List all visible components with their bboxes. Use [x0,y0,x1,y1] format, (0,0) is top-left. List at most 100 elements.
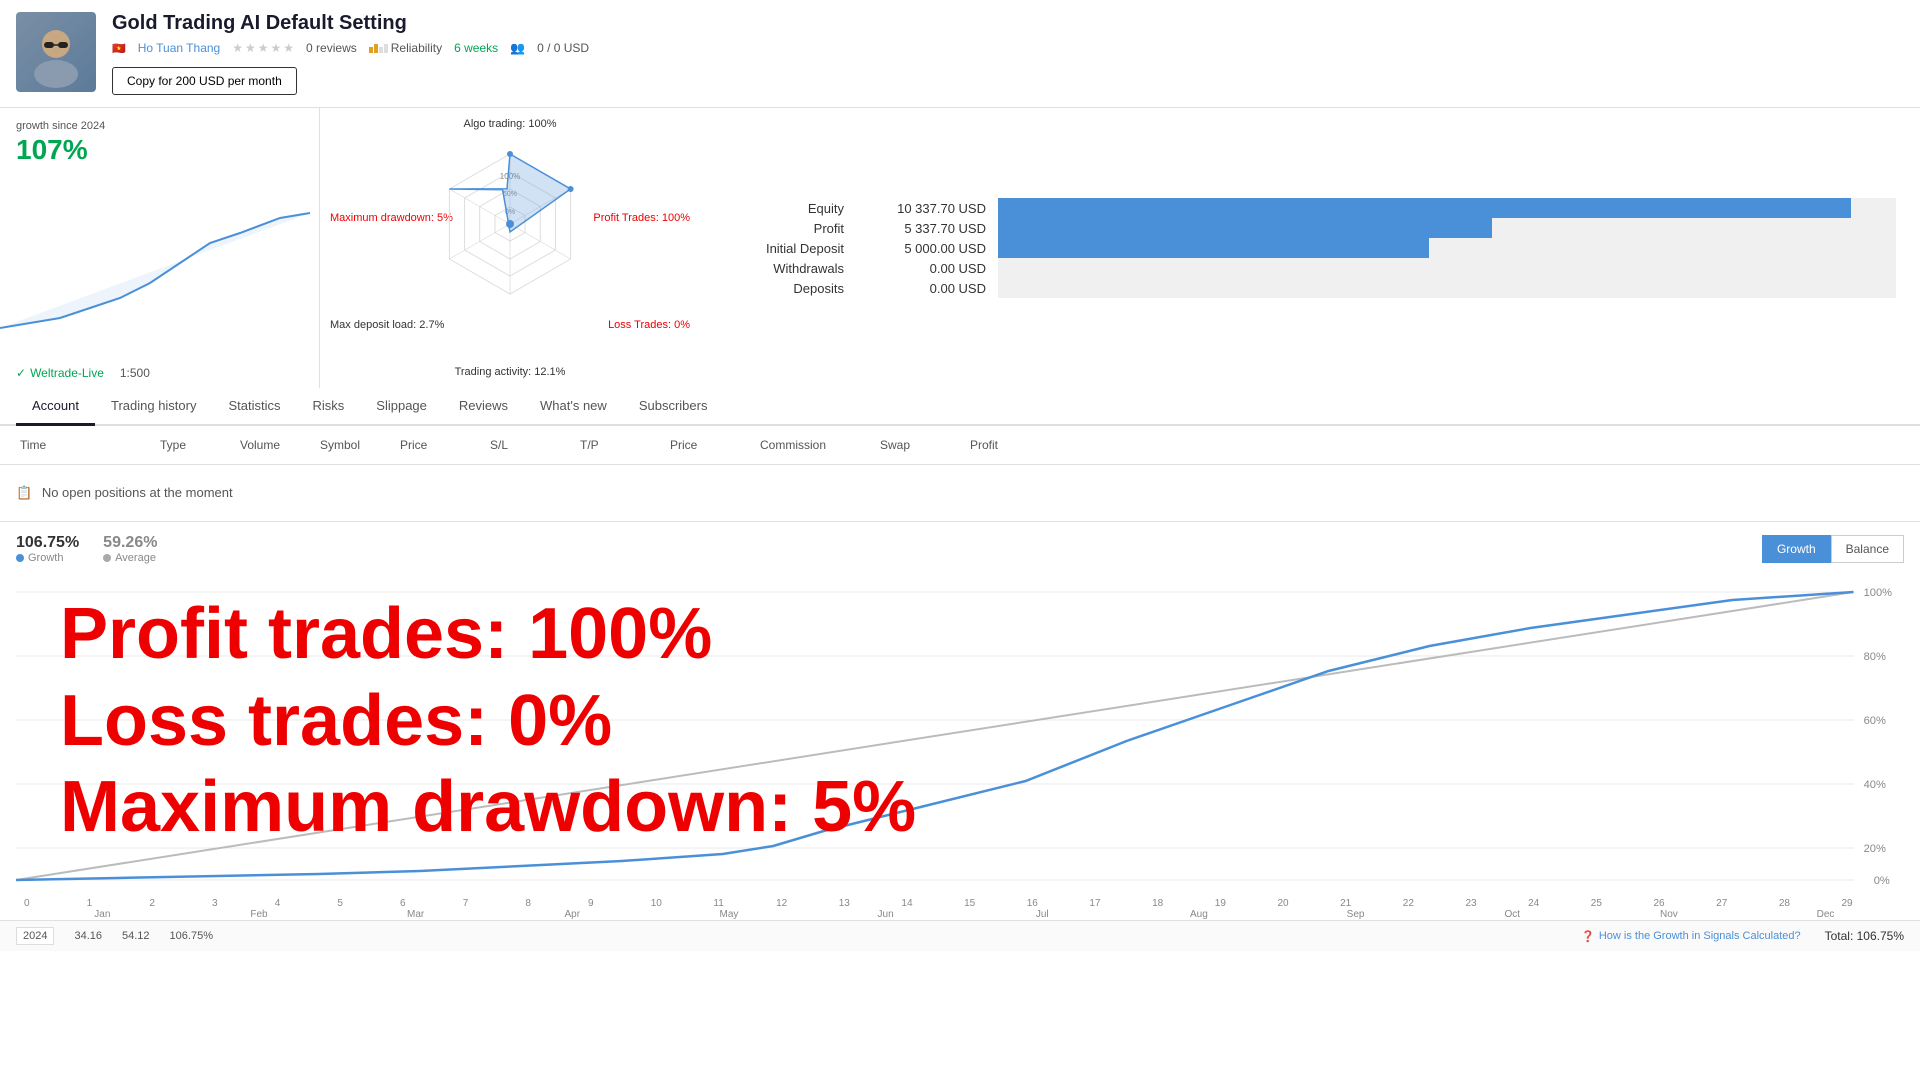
x-num-16: 16 [1027,898,1090,909]
x-num-23: 23 [1465,898,1528,909]
growth-dot [16,554,24,562]
reliability-label: Reliability [391,41,442,55]
x-num-18: 18 [1152,898,1215,909]
x-num-25: 25 [1591,898,1654,909]
mini-chart [0,198,319,358]
header-info: Gold Trading AI Default Setting 🇻🇳 Ho Tu… [112,12,1904,95]
equity-value: 5 337.70 USD [856,221,986,236]
page-header: Gold Trading AI Default Setting 🇻🇳 Ho Tu… [0,0,1920,108]
th-commission: Commission [756,434,876,456]
th-volume: Volume [236,434,316,456]
growth-stat-val: 106.75% [16,534,79,552]
copy-button[interactable]: Copy for 200 USD per month [112,67,297,95]
month-labels-row: JanFebMarAprMayJunJulAugSepOctNovDec [16,909,1904,920]
tab-statistics[interactable]: Statistics [212,388,296,426]
svg-text:0%: 0% [1874,875,1890,887]
th-price: Price [396,434,486,456]
total-label: Total: 106.75% [1825,929,1904,943]
main-chart: 100% 80% 60% 40% 20% 0% [16,576,1904,896]
x-num-11: 11 [713,898,776,909]
x-num-2: 2 [149,898,212,909]
x-num-14: 14 [901,898,964,909]
data-point-2: 54.12 [122,930,150,942]
tab-account[interactable]: Account [16,388,95,426]
month-nov: Nov [1591,909,1748,920]
equity-rows: Equity 10 337.70 USD Profit 5 337.70 USD… [724,198,1896,298]
x-axis-numbers: 0123456789101112131415161718192021222324… [16,896,1904,909]
chart-toggle[interactable]: Growth Balance [1762,535,1904,563]
equity-value: 0.00 USD [856,281,986,296]
x-num-12: 12 [776,898,839,909]
subscribers-icon: 👥 [510,41,525,55]
avg-dot [103,554,111,562]
equity-row: Equity 10 337.70 USD [724,198,1896,218]
equity-value: 5 000.00 USD [856,241,986,256]
radar-section: Algo trading: 100% Profit Trades: 100% L… [320,108,700,388]
tabs-container[interactable]: AccountTrading historyStatisticsRisksSli… [16,388,723,424]
x-num-29: 29 [1841,898,1904,909]
tab-risks[interactable]: Risks [297,388,361,426]
footer-row: 2024 34.16 54.12 106.75% ❓ How is the Gr… [0,920,1920,951]
th-s/l: S/L [486,434,576,456]
x-num-20: 20 [1277,898,1340,909]
x-num-0: 0 [24,898,87,909]
th-t/p: T/P [576,434,666,456]
rel-bar-2 [374,44,378,53]
equity-bar-wrap [998,218,1896,238]
avg-stat-lbl: Average [103,552,157,564]
x-num-17: 17 [1089,898,1152,909]
avg-stat: 59.26% Average [103,534,157,564]
th-symbol: Symbol [316,434,396,456]
equity-row: Withdrawals 0.00 USD [724,258,1896,278]
x-num-15: 15 [964,898,1027,909]
chart-controls: 106.75% Growth 59.26% Average Growth Bal… [16,522,1904,576]
positions-text: No open positions at the moment [42,485,233,500]
month-dec: Dec [1747,909,1904,920]
equity-bar [998,218,1492,238]
equity-bar [998,198,1851,218]
table-header: TimeTypeVolumeSymbolPriceS/LT/PPriceComm… [0,426,1920,465]
growth-stat: 106.75% Growth [16,534,79,564]
x-num-5: 5 [337,898,400,909]
equity-row: Profit 5 337.70 USD [724,218,1896,238]
x-num-13: 13 [839,898,902,909]
help-link[interactable]: ❓ How is the Growth in Signals Calculate… [1581,930,1800,943]
rel-bar-4 [384,44,388,53]
equity-row: Deposits 0.00 USD [724,278,1896,298]
broker-row: ✓ Weltrade-Live 1:500 [16,366,150,380]
svg-text:100%: 100% [1864,587,1893,599]
tab-reviews[interactable]: Reviews [443,388,524,426]
month-mar: Mar [337,909,494,920]
x-num-19: 19 [1215,898,1278,909]
tab-trading-history[interactable]: Trading history [95,388,213,426]
growth-since-label: growth since 2024 [16,120,303,132]
th-profit: Profit [966,434,1066,456]
flag-icon: 🇻🇳 [112,42,126,55]
toggle-growth-btn[interactable]: Growth [1762,535,1831,563]
open-positions-message: 📋 No open positions at the moment [0,465,1920,522]
equity-row: Initial Deposit 5 000.00 USD [724,238,1896,258]
equity-label: Deposits [724,281,844,296]
x-num-21: 21 [1340,898,1403,909]
th-swap: Swap [876,434,966,456]
x-num-6: 6 [400,898,463,909]
growth-percentage: 107% [16,134,303,166]
star-rating: ★★★★★ [232,41,294,55]
tabs-bar: AccountTrading historyStatisticsRisksSli… [0,388,1920,426]
svg-text:60%: 60% [1864,715,1886,727]
equity-label: Withdrawals [724,261,844,276]
tab-subscribers[interactable]: Subscribers [623,388,724,426]
tab-slippage[interactable]: Slippage [360,388,443,426]
subscribers-count: 0 / 0 USD [537,41,589,55]
tab-what's-new[interactable]: What's new [524,388,623,426]
svg-text:20%: 20% [1864,843,1886,855]
reviews-count: 0 reviews [306,41,357,55]
reliability-section: Reliability [369,41,442,55]
toggle-balance-btn[interactable]: Balance [1831,535,1904,563]
author-name: Ho Tuan Thang [138,41,221,55]
trading-activity-label: Trading activity: 12.1% [455,366,566,378]
month-jun: Jun [807,909,964,920]
th-time: Time [16,434,156,456]
data-point-3: 106.75% [170,930,213,942]
equity-value: 10 337.70 USD [856,201,986,216]
